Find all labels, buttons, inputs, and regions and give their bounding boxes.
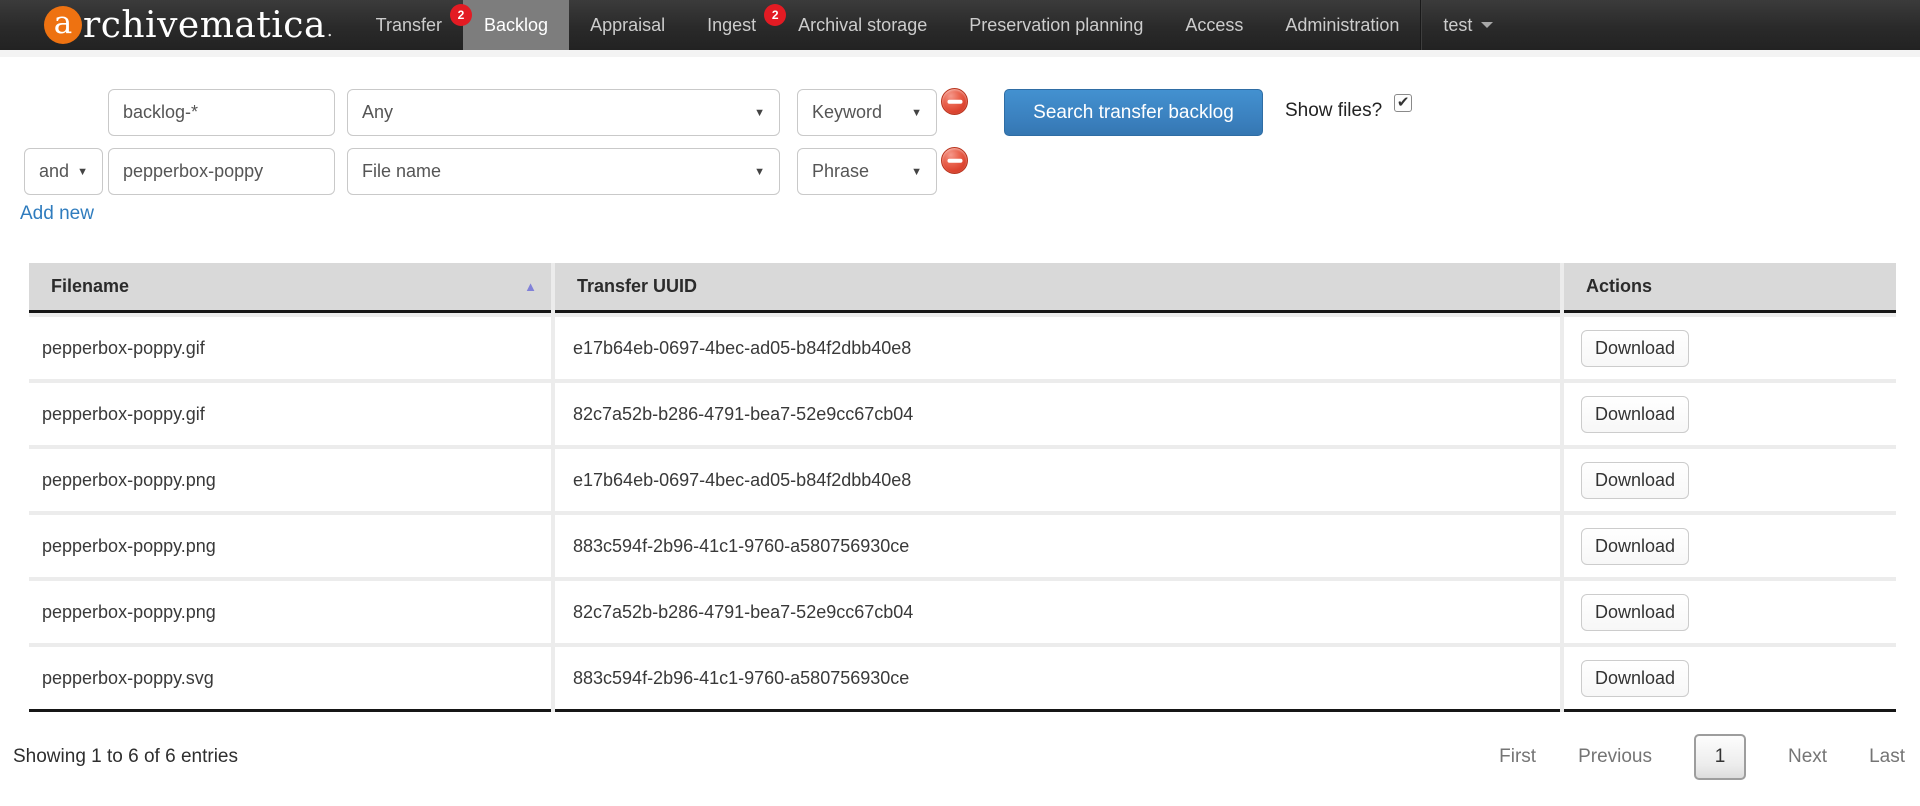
add-new-criterion-link[interactable]: Add new bbox=[20, 203, 94, 225]
download-button[interactable]: Download bbox=[1581, 660, 1689, 697]
sort-ascending-icon: ▲ bbox=[524, 279, 537, 294]
column-header-label: Transfer UUID bbox=[577, 276, 697, 297]
download-button[interactable]: Download bbox=[1581, 594, 1689, 631]
navbar-bottom-strip bbox=[0, 50, 1920, 57]
nav-item-label: Administration bbox=[1285, 15, 1399, 36]
download-button[interactable]: Download bbox=[1581, 330, 1689, 367]
search-type-select-2[interactable]: Phrase ▼ bbox=[797, 148, 937, 195]
search-query-input-2[interactable] bbox=[108, 148, 335, 195]
table-cell-actions: Download bbox=[1564, 581, 1896, 643]
search-transfer-backlog-button[interactable]: Search transfer backlog bbox=[1004, 89, 1263, 136]
remove-criterion-button-2[interactable] bbox=[941, 147, 968, 174]
nav-item-transfer[interactable]: Transfer 2 bbox=[355, 0, 463, 50]
download-button[interactable]: Download bbox=[1581, 462, 1689, 499]
pagination-first-button[interactable]: First bbox=[1499, 746, 1536, 768]
table-cell-uuid: e17b64eb-0697-4bec-ad05-b84f2dbb40e8 bbox=[555, 449, 1560, 511]
table-cell-uuid: 82c7a52b-b286-4791-bea7-52e9cc67cb04 bbox=[555, 581, 1560, 643]
table-cell-uuid: 82c7a52b-b286-4791-bea7-52e9cc67cb04 bbox=[555, 383, 1560, 445]
backlog-results-table: Filename ▲ Transfer UUID Actions pepperb… bbox=[29, 263, 1896, 712]
table-cell-actions: Download bbox=[1564, 515, 1896, 577]
download-button[interactable]: Download bbox=[1581, 528, 1689, 565]
chevron-down-icon: ▼ bbox=[911, 107, 922, 119]
search-field-value-1: Any bbox=[362, 102, 393, 123]
column-header-transfer-uuid[interactable]: Transfer UUID bbox=[555, 263, 1560, 313]
table-cell-filename: pepperbox-poppy.png bbox=[29, 449, 551, 511]
table-cell-actions: Download bbox=[1564, 449, 1896, 511]
nav-item-label: Ingest bbox=[707, 15, 756, 36]
chevron-down-icon: ▼ bbox=[77, 166, 88, 178]
table-cell-actions: Download bbox=[1564, 317, 1896, 379]
table-cell-actions: Download bbox=[1564, 647, 1896, 712]
show-files-checkbox[interactable]: ✔ bbox=[1394, 94, 1412, 112]
download-button[interactable]: Download bbox=[1581, 396, 1689, 433]
chevron-down-icon: ▼ bbox=[911, 166, 922, 178]
show-files-label: Show files? bbox=[1285, 94, 1382, 122]
column-header-label: Filename bbox=[51, 276, 129, 297]
chevron-down-icon: ▼ bbox=[754, 107, 765, 119]
nav-item-label: Preservation planning bbox=[969, 15, 1143, 36]
nav-item-label: Transfer bbox=[376, 15, 442, 36]
logo-text: rchivematica bbox=[83, 5, 326, 46]
search-query-input-1[interactable] bbox=[108, 89, 335, 136]
nav-menu: Transfer 2 Backlog Appraisal Ingest 2 Ar… bbox=[355, 0, 1515, 50]
table-cell-uuid: 883c594f-2b96-41c1-9760-a580756930ce bbox=[555, 515, 1560, 577]
table-cell-actions: Download bbox=[1564, 383, 1896, 445]
boolean-operator-select[interactable]: and ▼ bbox=[24, 148, 103, 195]
table-cell-filename: pepperbox-poppy.png bbox=[29, 581, 551, 643]
pagination-next-button[interactable]: Next bbox=[1788, 746, 1827, 768]
archivematica-logo[interactable]: a rchivematica . bbox=[0, 0, 355, 50]
nav-item-appraisal[interactable]: Appraisal bbox=[569, 0, 686, 50]
nav-item-label: Backlog bbox=[484, 15, 548, 36]
column-header-label: Actions bbox=[1586, 276, 1652, 297]
user-menu-dropdown[interactable]: test bbox=[1422, 0, 1514, 50]
minus-icon bbox=[947, 158, 962, 163]
boolean-operator-value: and bbox=[39, 161, 69, 182]
nav-item-archival-storage[interactable]: Archival storage bbox=[777, 0, 948, 50]
top-navbar: a rchivematica . Transfer 2 Backlog Appr… bbox=[0, 0, 1920, 50]
pagination-previous-button[interactable]: Previous bbox=[1578, 746, 1652, 768]
nav-item-label: Appraisal bbox=[590, 15, 665, 36]
table-cell-filename: pepperbox-poppy.svg bbox=[29, 647, 551, 712]
nav-item-ingest[interactable]: Ingest 2 bbox=[686, 0, 777, 50]
show-files-toggle: Show files? ✔ bbox=[1285, 94, 1412, 122]
pagination-last-button[interactable]: Last bbox=[1869, 746, 1905, 768]
pagination-current-page[interactable]: 1 bbox=[1694, 734, 1746, 780]
entries-info-text: Showing 1 to 6 of 6 entries bbox=[13, 746, 238, 768]
column-header-filename[interactable]: Filename ▲ bbox=[29, 263, 551, 313]
column-header-actions: Actions bbox=[1564, 263, 1896, 313]
backlog-search-form: Any ▼ Keyword ▼ Search transfer backlog … bbox=[0, 57, 1920, 263]
table-cell-filename: pepperbox-poppy.png bbox=[29, 515, 551, 577]
transfer-count-badge: 2 bbox=[450, 4, 472, 26]
nav-item-label: Archival storage bbox=[798, 15, 927, 36]
pagination: First Previous 1 Next Last bbox=[1499, 734, 1905, 780]
nav-item-administration[interactable]: Administration bbox=[1264, 0, 1420, 50]
logo-period: . bbox=[327, 20, 333, 41]
user-menu-label: test bbox=[1443, 15, 1472, 36]
archivematica-logo-icon: a bbox=[44, 6, 82, 44]
table-cell-uuid: 883c594f-2b96-41c1-9760-a580756930ce bbox=[555, 647, 1560, 712]
table-cell-filename: pepperbox-poppy.gif bbox=[29, 317, 551, 379]
chevron-down-icon: ▼ bbox=[754, 166, 765, 178]
nav-item-backlog[interactable]: Backlog bbox=[463, 0, 569, 50]
nav-item-label: Access bbox=[1185, 15, 1243, 36]
table-cell-filename: pepperbox-poppy.gif bbox=[29, 383, 551, 445]
search-field-value-2: File name bbox=[362, 161, 441, 182]
chevron-down-icon bbox=[1481, 22, 1493, 28]
search-type-value-2: Phrase bbox=[812, 161, 869, 182]
table-footer: Showing 1 to 6 of 6 entries First Previo… bbox=[0, 734, 1920, 780]
minus-icon bbox=[947, 99, 962, 104]
search-type-value-1: Keyword bbox=[812, 102, 882, 123]
search-field-select-1[interactable]: Any ▼ bbox=[347, 89, 780, 136]
remove-criterion-button-1[interactable] bbox=[941, 88, 968, 115]
search-type-select-1[interactable]: Keyword ▼ bbox=[797, 89, 937, 136]
nav-item-preservation-planning[interactable]: Preservation planning bbox=[948, 0, 1164, 50]
table-cell-uuid: e17b64eb-0697-4bec-ad05-b84f2dbb40e8 bbox=[555, 317, 1560, 379]
nav-item-access[interactable]: Access bbox=[1164, 0, 1264, 50]
search-field-select-2[interactable]: File name ▼ bbox=[347, 148, 780, 195]
ingest-count-badge: 2 bbox=[764, 4, 786, 26]
